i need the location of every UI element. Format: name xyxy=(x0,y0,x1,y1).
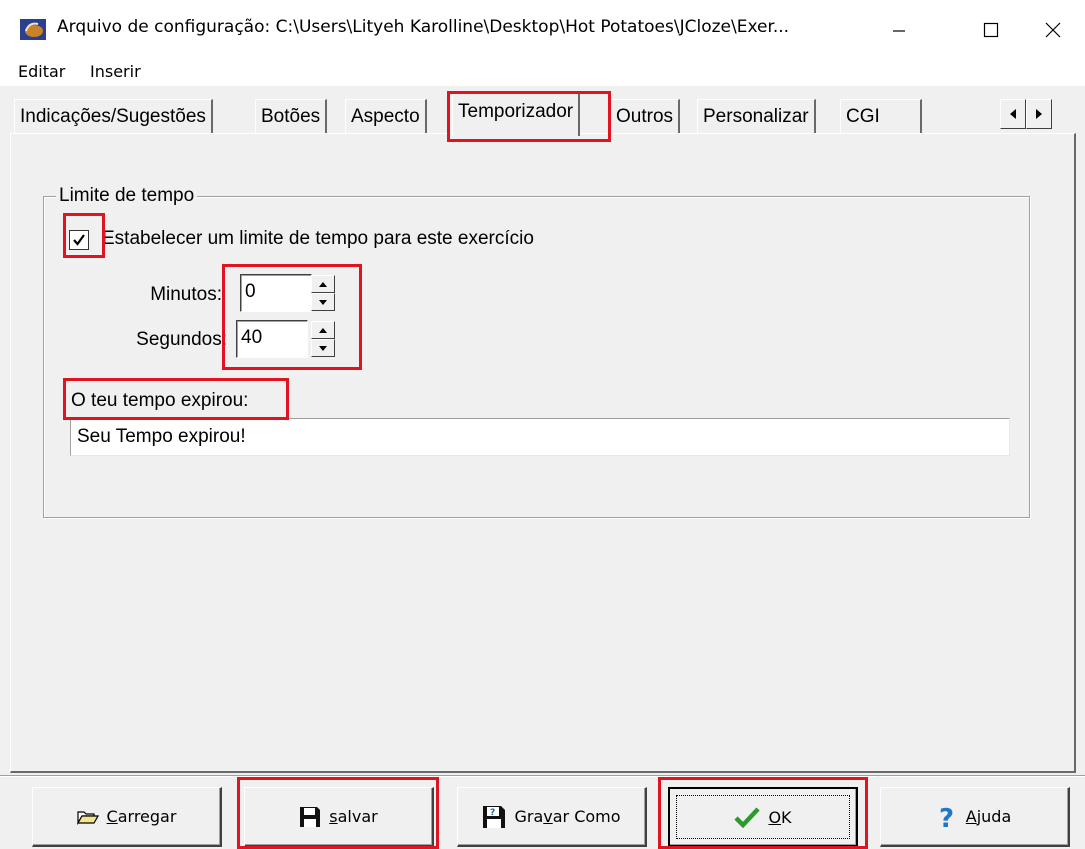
folder-open-icon xyxy=(76,810,99,825)
time-limit-checkbox-label[interactable]: Estabelecer um limite de tempo para este… xyxy=(102,228,534,250)
maximize-button[interactable] xyxy=(968,10,1014,50)
checkmark-icon xyxy=(73,234,85,246)
ok-button[interactable]: OK xyxy=(668,787,858,847)
tab-cgi[interactable]: CGI xyxy=(840,99,922,133)
arrow-down-icon xyxy=(319,299,327,305)
ajuda-label: Ajuda xyxy=(965,807,1012,826)
tab-indicacoes-sugestoes[interactable]: Indicações/Sugestões xyxy=(14,99,213,133)
question-mark-icon: ? xyxy=(939,804,954,830)
arrow-up-icon xyxy=(319,281,327,287)
ajuda-button[interactable]: ? Ajuda xyxy=(880,787,1070,847)
gravar-como-button[interactable]: ? Gravar Como xyxy=(457,787,647,847)
salvar-label: salvar xyxy=(329,807,378,826)
svg-text:?: ? xyxy=(490,808,495,818)
carregar-label: Carregar xyxy=(106,807,177,826)
svg-text:?: ? xyxy=(939,804,954,830)
gravar-como-label: Gravar Como xyxy=(514,807,621,826)
maximize-icon xyxy=(983,22,999,38)
time-limit-checkbox[interactable] xyxy=(69,230,89,250)
segundos-stepper xyxy=(311,321,335,357)
carregar-button[interactable]: Carregar xyxy=(32,787,222,847)
minutos-up-button[interactable] xyxy=(311,275,335,293)
menu-bar xyxy=(0,56,1085,86)
segundos-down-button[interactable] xyxy=(311,339,335,357)
close-icon xyxy=(1045,22,1061,38)
tab-outros[interactable]: Outros xyxy=(610,99,681,133)
save-as-icon: ? xyxy=(483,805,506,828)
tab-scroll-right-button[interactable] xyxy=(1026,99,1052,129)
window-title: Arquivo de configuração: C:\Users\Lityeh… xyxy=(57,17,790,37)
close-button[interactable] xyxy=(1030,10,1076,50)
menu-inserir[interactable]: Inserir xyxy=(90,62,141,81)
arrow-up-icon xyxy=(319,327,327,333)
minimize-icon xyxy=(893,30,905,32)
minutos-label: Minutos: xyxy=(150,284,222,305)
arrow-down-icon xyxy=(319,345,327,351)
tab-temporizador[interactable]: Temporizador xyxy=(452,92,581,136)
hot-potatoes-icon xyxy=(20,19,46,40)
expired-message-label: O teu tempo expirou: xyxy=(71,390,249,411)
menu-editar[interactable]: Editar xyxy=(18,62,65,81)
segundos-up-button[interactable] xyxy=(311,321,335,339)
segundos-label: Segundos: xyxy=(136,329,227,350)
tab-scroll xyxy=(1000,99,1052,129)
minutos-input[interactable]: 0 xyxy=(240,274,312,312)
tab-aspecto[interactable]: Aspecto xyxy=(345,99,427,133)
floppy-disk-icon xyxy=(300,806,321,827)
divider xyxy=(0,775,1085,777)
focus-rect xyxy=(676,795,850,839)
minutos-down-button[interactable] xyxy=(311,293,335,311)
tab-scroll-left-button[interactable] xyxy=(1000,99,1026,129)
segundos-input[interactable]: 40 xyxy=(236,320,308,358)
minimize-button[interactable] xyxy=(876,10,922,50)
expired-message-input[interactable]: Seu Tempo expirou! xyxy=(70,418,1010,456)
arrow-left-icon xyxy=(1010,109,1016,119)
arrow-right-icon xyxy=(1036,109,1042,119)
tab-personalizar[interactable]: Personalizar xyxy=(697,99,816,133)
minutos-stepper xyxy=(311,275,335,311)
salvar-button[interactable]: salvar xyxy=(244,787,434,847)
tab-botoes[interactable]: Botões xyxy=(255,99,328,133)
group-legend: Limite de tempo xyxy=(56,185,198,207)
